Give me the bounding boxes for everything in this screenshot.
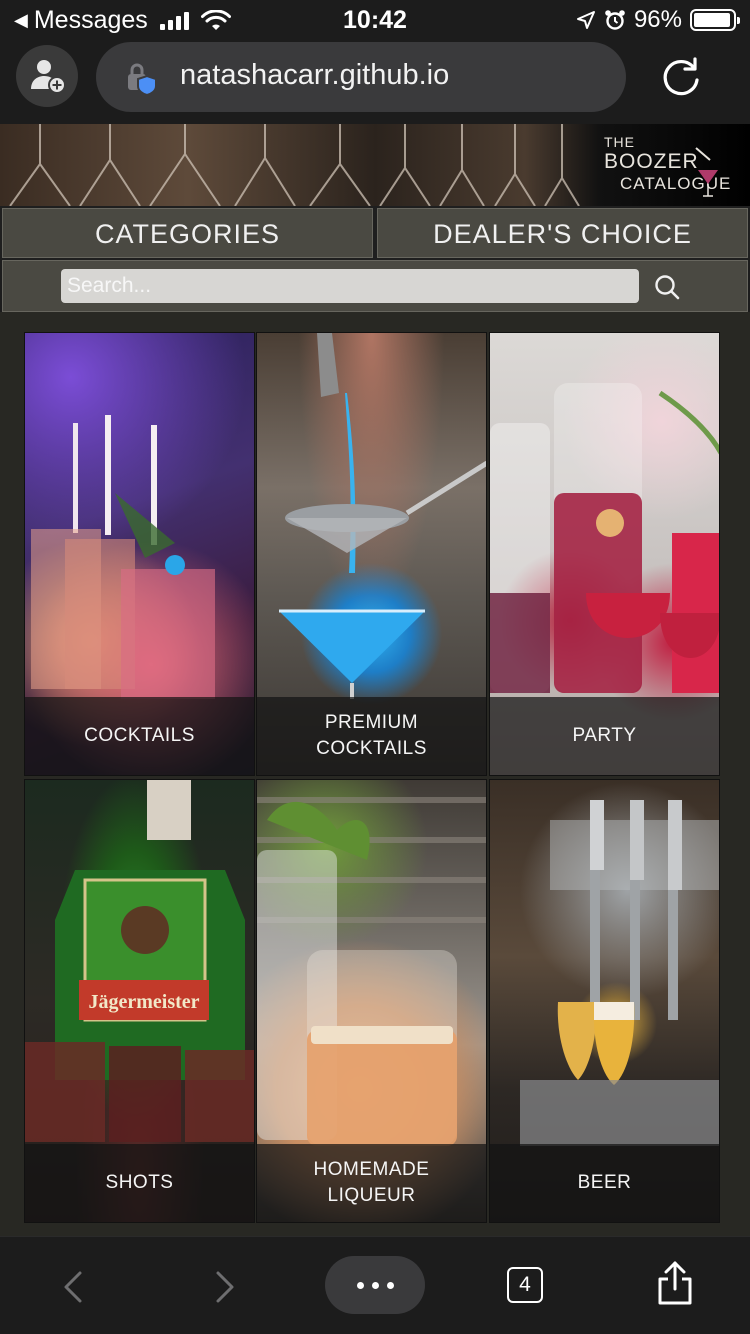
alarm-icon (605, 10, 625, 30)
category-label: SHOTS (25, 1144, 254, 1222)
search-bar (2, 260, 748, 312)
battery-icon (690, 9, 740, 31)
category-tile-cocktails[interactable]: COCKTAILS (24, 332, 255, 776)
battery-level (694, 13, 731, 27)
site-logo[interactable]: THE BOOZER CATALOGUE (598, 132, 746, 200)
shots-photo: Jägermeister (25, 780, 254, 1142)
search-icon[interactable] (653, 273, 681, 301)
nav-dealers-choice-button[interactable]: DEALER'S CHOICE (377, 208, 748, 258)
browser-address-bar: natashacarr.github.io (0, 40, 750, 124)
category-tile-beer[interactable]: BEER (489, 779, 720, 1223)
category-label: PARTY (490, 697, 719, 775)
forward-chevron-icon[interactable] (210, 1269, 240, 1305)
category-tile-homemade-liqueur[interactable]: HOMEMADE LIQUEUR (256, 779, 487, 1223)
battery-percent: 96% (633, 6, 682, 33)
cocktails-photo (31, 415, 215, 699)
more-icon (356, 1281, 394, 1289)
search-input[interactable] (61, 269, 639, 303)
logo-line-1: THE (604, 134, 635, 150)
cocktail-glass-icon (695, 147, 718, 197)
tabs-button[interactable]: 4 (507, 1267, 543, 1303)
category-grid: COCKTAILS PREMIUM COCKTAILS PARTY Jägerm… (0, 312, 750, 1236)
status-right: 96% (576, 6, 740, 34)
wine-glasses-image (9, 124, 580, 206)
more-button[interactable] (325, 1256, 425, 1314)
homemade-liqueur-photo (257, 797, 486, 1146)
category-tile-shots[interactable]: Jägermeister SHOTS (24, 779, 255, 1223)
lock-shield-icon (128, 63, 157, 96)
category-label: COCKTAILS (25, 697, 254, 775)
url-text: natashacarr.github.io (180, 59, 450, 91)
site-header-banner: THE BOOZER CATALOGUE (0, 124, 750, 206)
nav-categories-button[interactable]: CATEGORIES (2, 208, 373, 258)
main-nav: CATEGORIES DEALER'S CHOICE (0, 206, 750, 260)
category-label: HOMEMADE LIQUEUR (257, 1144, 486, 1222)
reload-icon[interactable] (658, 54, 704, 100)
category-tile-premium-cocktails[interactable]: PREMIUM COCKTAILS (256, 332, 487, 776)
add-profile-button[interactable] (16, 45, 78, 107)
category-label: PREMIUM COCKTAILS (257, 697, 486, 775)
back-chevron-icon[interactable] (58, 1269, 88, 1305)
logo-line-2: BOOZER (604, 150, 699, 173)
category-label: BEER (490, 1144, 719, 1222)
share-icon[interactable] (655, 1259, 695, 1307)
browser-toolbar: 4 (0, 1236, 750, 1334)
svg-text:Jägermeister: Jägermeister (88, 991, 199, 1013)
category-tile-party[interactable]: PARTY (489, 332, 720, 776)
party-photo (490, 383, 719, 693)
address-field[interactable]: natashacarr.github.io (96, 42, 626, 112)
add-profile-icon (31, 60, 66, 94)
status-bar: ◀ Messages 10:42 96% (0, 0, 750, 40)
beer-photo (520, 800, 719, 1146)
location-icon (576, 11, 595, 29)
premium-cocktails-photo (279, 333, 486, 699)
